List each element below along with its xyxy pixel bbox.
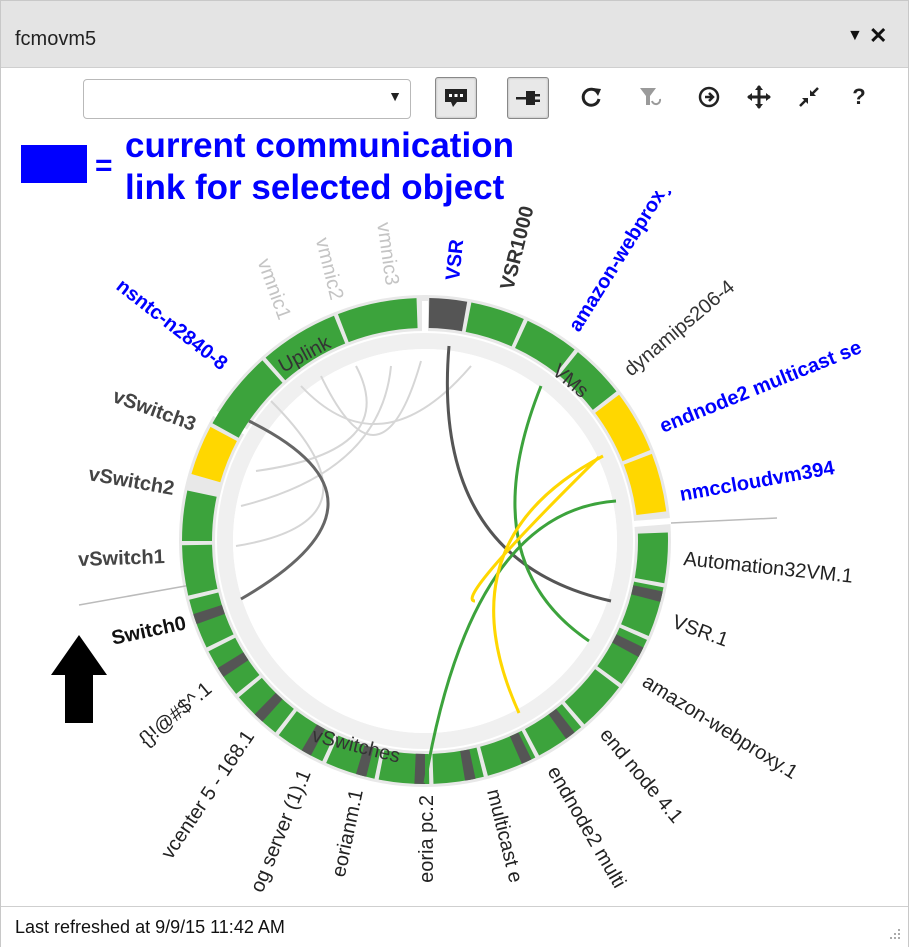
node-segment[interactable] xyxy=(623,453,667,516)
plug-toggle-button[interactable] xyxy=(507,77,549,119)
toolbar: ▼ ? xyxy=(1,67,908,131)
title-bar: fcmovm5 ▼ ✕ xyxy=(1,1,908,68)
node-label-endnode2[interactable]: endnode2 multicast se xyxy=(657,336,865,437)
node-label-dynamips[interactable]: dynamips206-4 xyxy=(620,276,739,381)
node-label-vsr1000[interactable]: VSR1000 xyxy=(497,204,539,292)
node-label-switch0[interactable]: Switch0 xyxy=(110,612,189,649)
node-segment[interactable] xyxy=(182,490,217,542)
node-segment[interactable] xyxy=(634,532,668,584)
node-segment[interactable] xyxy=(191,426,238,483)
node-label-automation32vm[interactable]: Automation32VM.1 xyxy=(682,548,853,588)
legend-line-1: current communication xyxy=(125,126,514,165)
node-label-vmnic2[interactable]: vmnic2 xyxy=(311,235,348,302)
node-label-multicast[interactable]: multicast e xyxy=(482,787,526,885)
node-segment[interactable] xyxy=(217,652,249,677)
move-icon xyxy=(747,85,771,109)
node-label-special[interactable]: {}!@#$^.1 xyxy=(135,678,216,751)
node-segment[interactable] xyxy=(465,302,524,347)
status-bar: Last refreshed at 9/9/15 11:42 AM xyxy=(1,906,908,947)
node-label-vswitch2[interactable]: vSwitch2 xyxy=(87,463,176,500)
widget-window: fcmovm5 ▼ ✕ ▼ ? = current communication … xyxy=(0,0,909,947)
close-icon[interactable]: ✕ xyxy=(869,23,887,49)
node-label-vcenter[interactable]: vcenter 5 - 168.1 xyxy=(157,726,259,863)
node-label-vswitch1[interactable]: vSwitch1 xyxy=(78,546,165,571)
group-separator-line xyxy=(670,517,778,524)
legend-swatch xyxy=(21,145,87,183)
navigate-icon xyxy=(698,86,720,108)
node-label-endnode2-multi[interactable]: endnode2 multi xyxy=(543,763,630,892)
node-label-vsr[interactable]: VSR xyxy=(442,238,468,282)
legend-equals: = xyxy=(95,149,113,182)
node-label-amazon-webproxy[interactable]: amazon-webproxy xyxy=(565,191,677,336)
group-separator-line xyxy=(78,584,192,606)
node-label-nsntc[interactable]: nsntc-n2840-8 xyxy=(112,275,232,375)
move-button[interactable] xyxy=(739,77,779,117)
node-label-vsr1[interactable]: VSR.1 xyxy=(669,611,731,651)
comment-toggle-button[interactable] xyxy=(435,77,477,119)
node-segment[interactable] xyxy=(428,298,468,332)
node-label-vswitch3[interactable]: vSwitch3 xyxy=(110,385,199,435)
collapse-button[interactable] xyxy=(789,77,829,117)
navigate-button[interactable] xyxy=(689,77,729,117)
node-label-end-node[interactable]: end node 4.1 xyxy=(595,724,687,828)
help-icon: ? xyxy=(852,84,866,109)
node-segment[interactable] xyxy=(254,692,283,722)
filter-undo-button[interactable] xyxy=(631,77,671,117)
chevron-down-icon[interactable]: ▼ xyxy=(388,88,402,104)
collapse-icon xyxy=(799,87,819,107)
node-label-nmccloudvm394[interactable]: nmccloudvm394 xyxy=(678,457,837,506)
arrow-up-icon xyxy=(51,635,107,723)
plug-toggle-icon xyxy=(516,91,540,105)
node-segment[interactable] xyxy=(193,604,225,625)
node-label-amazon-webproxy1[interactable]: amazon-webproxy.1 xyxy=(638,671,801,784)
refresh-button[interactable] xyxy=(571,77,611,117)
node-label-vmnic3[interactable]: vmnic3 xyxy=(372,221,403,287)
node-segment[interactable] xyxy=(548,708,575,739)
last-refreshed-text: Last refreshed at 9/9/15 11:42 AM xyxy=(15,917,285,937)
node-segment[interactable] xyxy=(460,749,476,781)
resize-grip-icon[interactable] xyxy=(886,927,902,943)
node-segment[interactable] xyxy=(612,634,644,657)
node-label-eorianm[interactable]: eorianm.1 xyxy=(328,787,368,879)
node-segment[interactable] xyxy=(337,298,418,343)
node-label-og-server[interactable]: og server (1).1 xyxy=(247,767,316,896)
node-segment[interactable] xyxy=(182,544,218,596)
refresh-icon xyxy=(581,87,601,107)
comment-toggle-icon xyxy=(445,89,467,107)
filter-undo-icon xyxy=(640,88,662,106)
node-label-vmnic1[interactable]: vmnic1 xyxy=(253,256,295,323)
help-button[interactable]: ? xyxy=(839,77,879,117)
node-segment[interactable] xyxy=(509,732,532,764)
node-label-eoria-pc[interactable]: eoria pc.2 xyxy=(416,795,438,883)
object-select[interactable]: ▼ xyxy=(83,79,411,119)
window-title: fcmovm5 xyxy=(15,28,97,50)
node-segment[interactable] xyxy=(631,585,663,602)
caret-down-icon[interactable]: ▼ xyxy=(847,27,863,45)
chord-diagram[interactable]: Uplink VMs vSwitches vmnic1 vmnic2 vmnic… xyxy=(1,191,908,906)
